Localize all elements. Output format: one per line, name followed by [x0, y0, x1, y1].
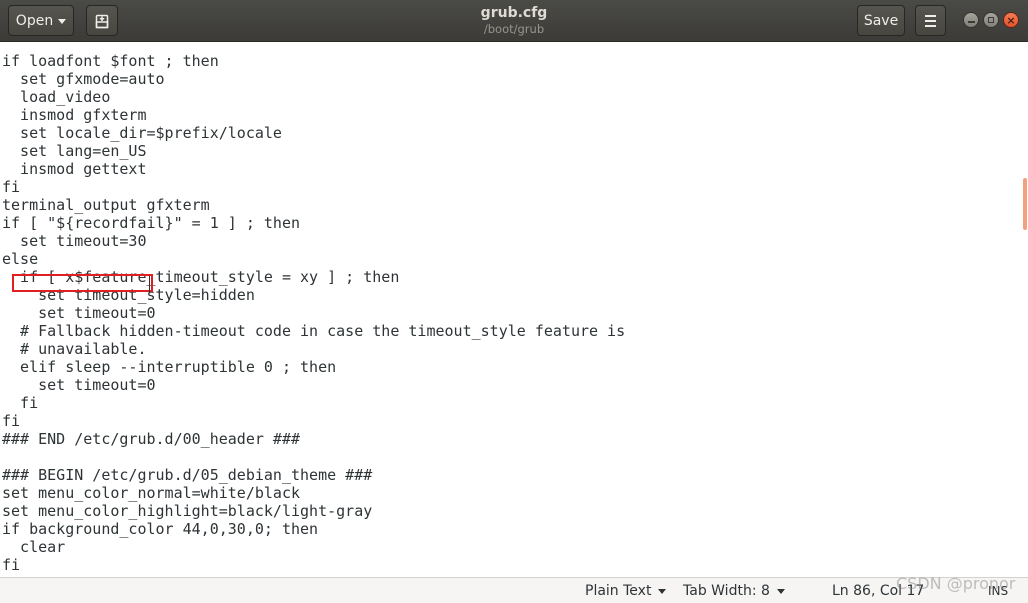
menu-button[interactable]: [915, 5, 946, 36]
code-line[interactable]: if loadfont $font ; then: [2, 52, 1028, 70]
code-line[interactable]: if [ "${recordfail}" = 1 ] ; then: [2, 214, 1028, 232]
maximize-button[interactable]: [983, 12, 999, 28]
code-line[interactable]: [2, 448, 1028, 466]
code-line[interactable]: clear: [2, 538, 1028, 556]
code-line[interactable]: set locale_dir=$prefix/locale: [2, 124, 1028, 142]
window-title-area: grub.cfg /boot/grub: [414, 4, 614, 37]
window-subtitle: /boot/grub: [483, 22, 545, 36]
code-line[interactable]: load_video: [2, 88, 1028, 106]
code-line[interactable]: set timeout=0: [2, 304, 1028, 322]
save-button[interactable]: Save: [857, 5, 905, 36]
code-line[interactable]: fi: [2, 556, 1028, 574]
chevron-down-icon: [658, 588, 667, 594]
tab-width-selector[interactable]: Tab Width: 8: [683, 581, 785, 601]
chevron-down-icon: [58, 18, 67, 24]
window-title: grub.cfg: [480, 5, 548, 21]
language-selector[interactable]: Plain Text: [585, 581, 667, 601]
hamburger-menu-icon: [925, 14, 936, 27]
code-line-highlighted[interactable]: set timeout=30: [2, 232, 1028, 250]
code-line[interactable]: set menu_color_highlight=black/light-gra…: [2, 502, 1028, 520]
code-line[interactable]: set menu_color_normal=white/black: [2, 484, 1028, 502]
close-icon: ×: [1006, 13, 1016, 27]
tab-width-label: Tab Width: 8: [683, 583, 770, 599]
chevron-down-icon: [776, 588, 785, 594]
code-line[interactable]: insmod gettext: [2, 160, 1028, 178]
open-button[interactable]: Open: [8, 5, 74, 36]
close-button[interactable]: ×: [1003, 12, 1019, 28]
new-document-icon: [95, 14, 109, 28]
cursor-position[interactable]: Ln 86, Col 17: [832, 581, 924, 601]
code-content[interactable]: if loadfont $font ; then set gfxmode=aut…: [0, 42, 1028, 574]
code-line[interactable]: ### END /etc/grub.d/00_header ###: [2, 430, 1028, 448]
code-line[interactable]: terminal_output gfxterm: [2, 196, 1028, 214]
minimize-icon: [967, 21, 975, 23]
code-line[interactable]: fi: [2, 394, 1028, 412]
header-bar: Open grub.cfg /boot/grub Save ×: [0, 0, 1028, 42]
language-label: Plain Text: [585, 583, 652, 599]
code-line[interactable]: fi: [2, 412, 1028, 430]
code-line[interactable]: if background_color 44,0,30,0; then: [2, 520, 1028, 538]
code-line[interactable]: set timeout=0: [2, 376, 1028, 394]
code-line[interactable]: set gfxmode=auto: [2, 70, 1028, 88]
text-cursor: [149, 276, 150, 292]
maximize-icon: [988, 17, 994, 23]
code-line[interactable]: else: [2, 250, 1028, 268]
code-line[interactable]: set timeout_style=hidden: [2, 286, 1028, 304]
code-line[interactable]: elif sleep --interruptible 0 ; then: [2, 358, 1028, 376]
text-editor-area[interactable]: if loadfont $font ; then set gfxmode=aut…: [0, 42, 1028, 577]
insert-mode-indicator: INS: [988, 584, 1009, 598]
code-line[interactable]: # unavailable.: [2, 340, 1028, 358]
code-line[interactable]: # Fallback hidden-timeout code in case t…: [2, 322, 1028, 340]
code-line[interactable]: fi: [2, 178, 1028, 196]
code-line[interactable]: if [ x$feature_timeout_style = xy ] ; th…: [2, 268, 1028, 286]
code-line[interactable]: insmod gfxterm: [2, 106, 1028, 124]
status-bar: Plain Text Tab Width: 8 Ln 86, Col 17 IN…: [0, 577, 1028, 603]
new-document-button[interactable]: [86, 5, 118, 36]
text-editor-window: Open grub.cfg /boot/grub Save × if loadf…: [0, 0, 1028, 603]
minimize-button[interactable]: [963, 12, 979, 28]
code-line[interactable]: set lang=en_US: [2, 142, 1028, 160]
open-button-label: Open: [15, 12, 54, 29]
code-line[interactable]: ### BEGIN /etc/grub.d/05_debian_theme ##…: [2, 466, 1028, 484]
scrollbar-indicator[interactable]: [1023, 178, 1027, 230]
